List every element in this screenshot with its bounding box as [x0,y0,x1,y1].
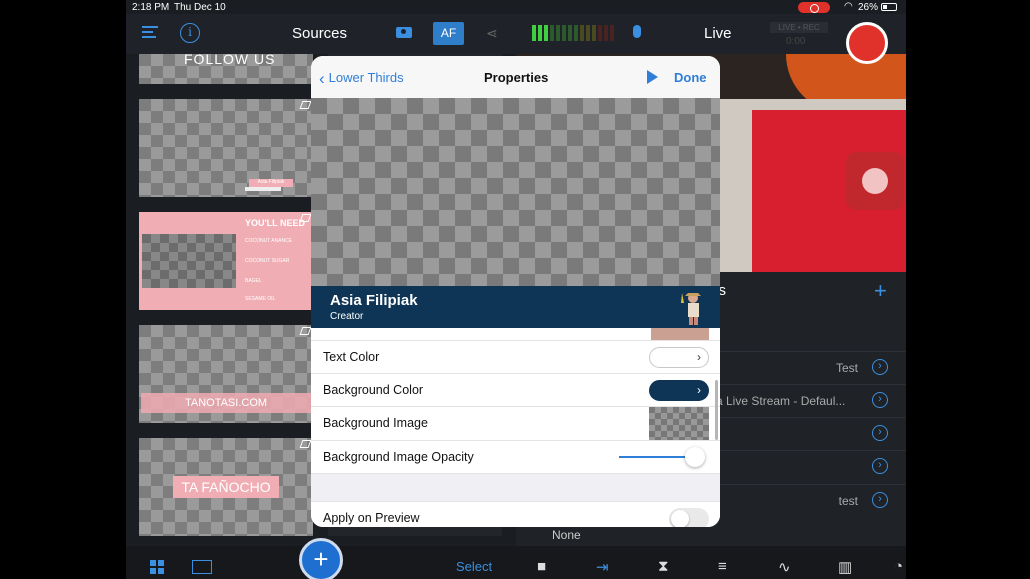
live-timer: 0:00 [786,36,806,47]
background-color-swatch[interactable]: › [649,380,709,401]
section-gap [311,473,720,501]
transparent-preview [311,98,720,286]
text-color-row[interactable]: Text Color › [311,340,720,373]
background-image-opacity-row: Background Image Opacity [311,440,720,473]
background-color-label: Background Color [323,383,424,397]
background-color-row[interactable]: Background Color › [311,373,720,406]
lower-third-name: Asia Filipiak [330,292,418,309]
properties-modal: ‹ Lower Thirds Properties Done Asia Filip… [311,56,720,527]
text-color-swatch[interactable]: › [649,347,709,368]
bottom-toolbar: + Select ■ ⇥ ⧗ ≡ ∿ ▥ ◔ [126,538,906,579]
back-button[interactable]: ‹ Lower Thirds [319,69,404,89]
source-line: COCONUT ANANCE [245,238,293,244]
chevron-right-icon[interactable]: › [872,359,888,375]
source-inner-preview [142,234,236,288]
avatar-illustration [676,289,708,325]
layers-icon [299,327,312,335]
none-label: None [552,528,581,542]
status-bar: 2:18 PM Thu Dec 10 ◠ 26% [126,0,906,14]
output-label: a Live Stream - Defaul... [716,394,846,408]
wifi-icon: ◠ [844,1,853,12]
stats-icon[interactable]: ▥ [838,558,852,576]
modal-title: Properties [484,70,549,85]
apply-on-preview-label: Apply on Preview [323,511,420,525]
chevron-right-icon[interactable]: › [872,492,888,508]
source-line: BAGEL [245,278,262,284]
back-label: Lower Thirds [328,70,404,85]
chevron-right-icon[interactable]: › [872,458,888,474]
play-icon[interactable] [647,70,658,84]
layers-icon [299,440,312,448]
opacity-slider-knob[interactable] [685,447,705,467]
battery-percent: 26% [858,2,879,13]
source-thumbnail[interactable]: TANOTASI.COM [139,325,313,423]
chevron-right-icon: › [697,383,701,397]
audio-waveform-icon[interactable]: ∿ [778,558,791,576]
record-button[interactable] [846,22,888,64]
chat-icon[interactable]: ◔ [894,558,903,575]
grid-view-icon[interactable] [150,560,164,574]
sources-title: Sources [292,25,348,42]
lower-third-preview: Asia Filipiak Creator [311,286,720,328]
camera-icon[interactable] [396,27,412,38]
source-thumbnail[interactable]: Asia Filipiak [139,99,313,197]
autofocus-button[interactable]: AF [433,22,464,45]
modal-header: ‹ Lower Thirds Properties Done [311,56,720,98]
source-caption: Asia Filipiak [249,179,293,187]
chevron-left-icon: ‹ [319,69,325,88]
audio-meter [532,25,614,41]
apply-on-preview-toggle[interactable] [669,508,709,527]
background-image-thumbnail[interactable] [649,407,709,440]
video-camera-icon[interactable]: ■ [537,558,546,575]
transition-icon[interactable]: ⧗ [658,558,669,575]
status-date: Thu Dec 10 [174,2,226,13]
background-image-opacity-label: Background Image Opacity [323,450,474,464]
chevron-right-icon[interactable]: › [872,425,888,441]
source-thumbnail[interactable]: FOLLOW US [139,51,313,84]
screen-recording-icon [798,2,830,13]
battery-icon [881,3,897,11]
apply-on-preview-row[interactable]: Apply on Preview [311,501,720,527]
source-line: COCONUT SUGAR [245,258,290,264]
top-toolbar: i Sources AF ⋖ Live LIVE • REC 0:00 [126,14,906,64]
source-caption: FOLLOW US [184,51,276,67]
properties-list: Text Color › Background Color › Backgrou… [311,328,720,527]
info-icon[interactable]: i [180,23,200,43]
background-image-label: Background Image [323,416,428,430]
source-caption: TA FAÑOCHO [173,476,279,498]
sliders-icon[interactable]: ≡ [718,558,727,575]
done-button[interactable]: Done [674,70,707,85]
live-rec-badge: LIVE • REC [770,22,828,33]
share-icon[interactable]: ⋖ [486,25,498,42]
status-time: 2:18 PM [132,2,170,13]
layers-icon [299,101,312,109]
layout-icon[interactable] [192,560,212,574]
output-value: test [838,494,858,508]
add-output-icon[interactable]: + [874,278,887,304]
source-caption: YOU'LL NEED [245,218,305,228]
select-button[interactable]: Select [456,559,492,574]
opacity-slider-track[interactable] [619,456,695,458]
live-title: Live [704,25,732,42]
background-image-row[interactable]: Background Image [311,406,720,440]
add-source-button[interactable]: + [299,538,343,579]
source-thumbnail[interactable]: TA FAÑOCHO [139,438,313,536]
red-button-object [846,152,904,210]
source-caption: TANOTASI.COM [141,393,311,413]
microphone-icon[interactable] [633,25,641,38]
output-icon[interactable]: ⇥ [596,558,609,576]
scroll-indicator[interactable] [715,380,718,440]
chevron-right-icon: › [697,350,701,364]
source-thumbnail[interactable]: YOU'LL NEED COCONUT ANANCE COCONUT SUGAR… [139,212,313,310]
mini-lower-third-bar [245,187,281,191]
image-row-fragment [651,328,709,340]
menu-icon[interactable] [142,26,158,38]
source-line: SESAME OIL [245,296,276,302]
lower-third-role: Creator [330,311,364,322]
chevron-right-icon[interactable]: › [872,392,888,408]
text-color-label: Text Color [323,350,380,364]
output-value: Test [835,361,858,375]
